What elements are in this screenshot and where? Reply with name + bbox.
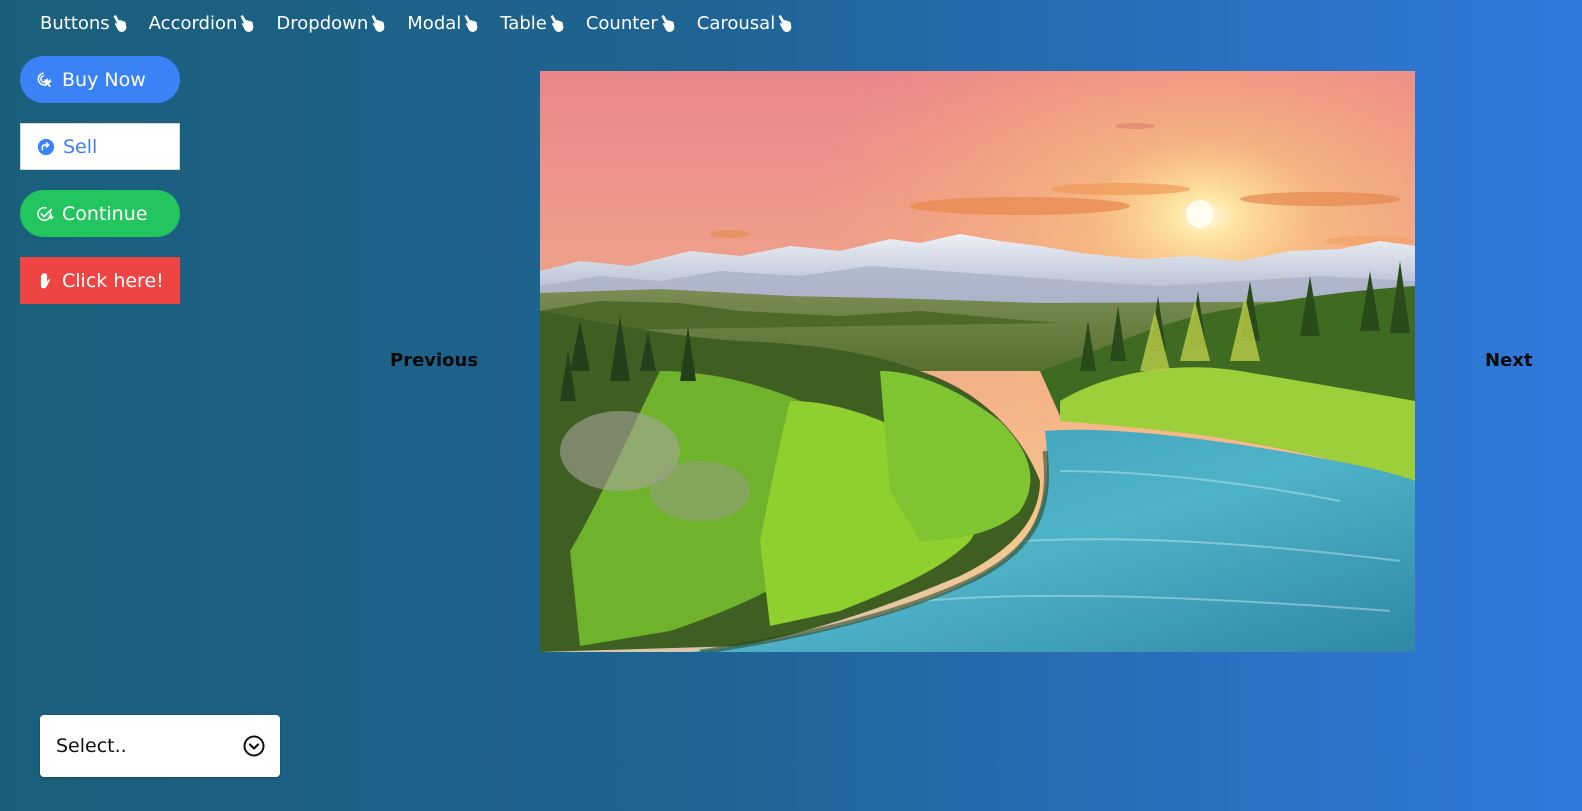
select-dropdown[interactable]: Select.. [40,715,280,777]
continue-button[interactable]: Continue [20,190,180,237]
top-nav: Buttons Accordion Dropdown Modal Table C… [40,10,814,36]
sell-button[interactable]: Sell [20,123,180,170]
nav-item-label: Modal [407,12,462,34]
click-here-button[interactable]: Click here! [20,257,180,304]
buy-now-label: Buy Now [62,68,146,91]
nav-item-carousal[interactable]: Carousal [697,13,793,34]
nav-item-label: Dropdown [276,12,369,34]
carousel-next-button[interactable]: Next [1485,350,1533,371]
nav-item-label: Accordion [148,12,238,34]
pointing-hand-icon [238,14,255,33]
carousel-previous-button[interactable]: Previous [390,350,478,371]
hand-icon [36,272,54,290]
arrow-circle-icon [37,138,55,156]
carousel-image [540,71,1415,652]
cursor-click-icon [36,71,54,89]
click-here-label: Click here! [62,269,164,292]
nav-item-accordion[interactable]: Accordion [149,13,256,34]
nav-item-buttons[interactable]: Buttons [40,13,128,34]
continue-label: Continue [62,202,148,225]
nav-item-table[interactable]: Table [500,13,565,34]
nav-item-label: Table [500,12,547,34]
buy-now-button[interactable]: Buy Now [20,56,180,103]
pointing-hand-icon [369,14,386,33]
pointing-hand-icon [548,14,565,33]
pointing-hand-icon [659,14,676,33]
select-value: Select.. [56,735,127,757]
sell-label: Sell [63,135,98,158]
nav-item-counter[interactable]: Counter [586,13,676,34]
pointing-hand-icon [111,14,128,33]
nav-item-label: Counter [585,12,658,34]
pointing-hand-icon [776,14,793,33]
nav-item-label: Carousal [696,12,776,34]
nav-item-dropdown[interactable]: Dropdown [276,13,386,34]
nav-item-label: Buttons [40,12,110,34]
chevron-down-circle-icon [243,735,265,757]
nav-item-modal[interactable]: Modal [407,13,479,34]
check-badge-icon [36,205,54,223]
pointing-hand-icon [462,14,479,33]
